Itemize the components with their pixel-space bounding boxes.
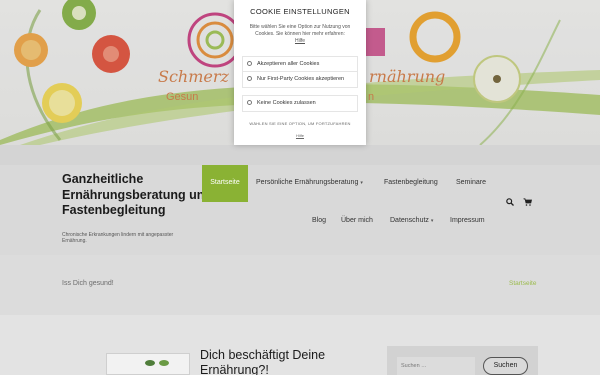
nav-item-label: Datenschutz: [390, 217, 429, 224]
option-label: Akzeptieren aller Cookies: [257, 61, 320, 67]
dialog-description: Bitte wählen Sie eine Option zur Nutzung…: [244, 24, 356, 45]
help-link[interactable]: Hilfe: [295, 38, 305, 44]
nav-item-ueber-mich[interactable]: Über mich: [341, 217, 373, 224]
dialog-description-text: Bitte wählen Sie eine Option zur Nutzung…: [249, 24, 351, 37]
site-title[interactable]: Ganzheitliche Ernährungsberatung und Fas…: [62, 172, 212, 219]
cart-icon[interactable]: [523, 198, 532, 206]
radio-icon[interactable]: [247, 61, 252, 66]
search-icon[interactable]: [506, 198, 514, 206]
nav-item-fastenbegleitung[interactable]: Fastenbegleitung: [384, 179, 438, 186]
radio-icon[interactable]: [247, 76, 252, 81]
page-slogan: Iss Dich gesund!: [62, 280, 114, 287]
chevron-down-icon: ▾: [360, 180, 363, 186]
search-input[interactable]: [397, 357, 475, 375]
nav-item-ernaehrungsberatung[interactable]: Persönliche Ernährungsberatung ▾: [256, 179, 363, 186]
nav-item-datenschutz[interactable]: Datenschutz ▾: [390, 217, 433, 224]
breadcrumb[interactable]: Startseite: [509, 280, 536, 287]
help-footer-link[interactable]: Hilfe: [234, 133, 366, 138]
chevron-down-icon: ▾: [430, 218, 434, 224]
header-topbar: [0, 145, 600, 165]
dialog-title: COOKIE EINSTELLUNGEN: [250, 7, 350, 16]
nav-item-impressum[interactable]: Impressum: [450, 217, 485, 224]
nav-item-label: Persönliche Ernährungsberatung: [256, 179, 359, 186]
nav-item-seminare[interactable]: Seminare: [456, 179, 486, 186]
cookie-option-none[interactable]: Keine Cookies zulassen: [242, 95, 358, 112]
cookie-option-first-party[interactable]: Nur First-Party Cookies akzeptieren: [242, 71, 358, 88]
option-label: Nur First-Party Cookies akzeptieren: [257, 76, 345, 82]
site-tagline: Chronische Erkrankungen lindern mit ange…: [62, 232, 174, 244]
nav-item-label: Startseite: [210, 179, 240, 186]
cookie-consent-dialog: COOKIE EINSTELLUNGEN Bitte wählen Sie ei…: [234, 0, 366, 145]
post-title[interactable]: Dich beschäftigt Deine Ernährung?!: [200, 348, 360, 375]
dialog-hint: WÄHLEN SIE EINE OPTION, UM FORTZUFAHREN: [249, 121, 351, 126]
option-label: Keine Cookies zulassen: [257, 100, 316, 106]
search-button[interactable]: Suchen: [483, 357, 528, 375]
post-thumbnail[interactable]: [106, 353, 190, 375]
radio-icon[interactable]: [247, 100, 252, 105]
nav-item-startseite[interactable]: Startseite: [202, 165, 248, 202]
nav-item-blog[interactable]: Blog: [312, 217, 326, 224]
